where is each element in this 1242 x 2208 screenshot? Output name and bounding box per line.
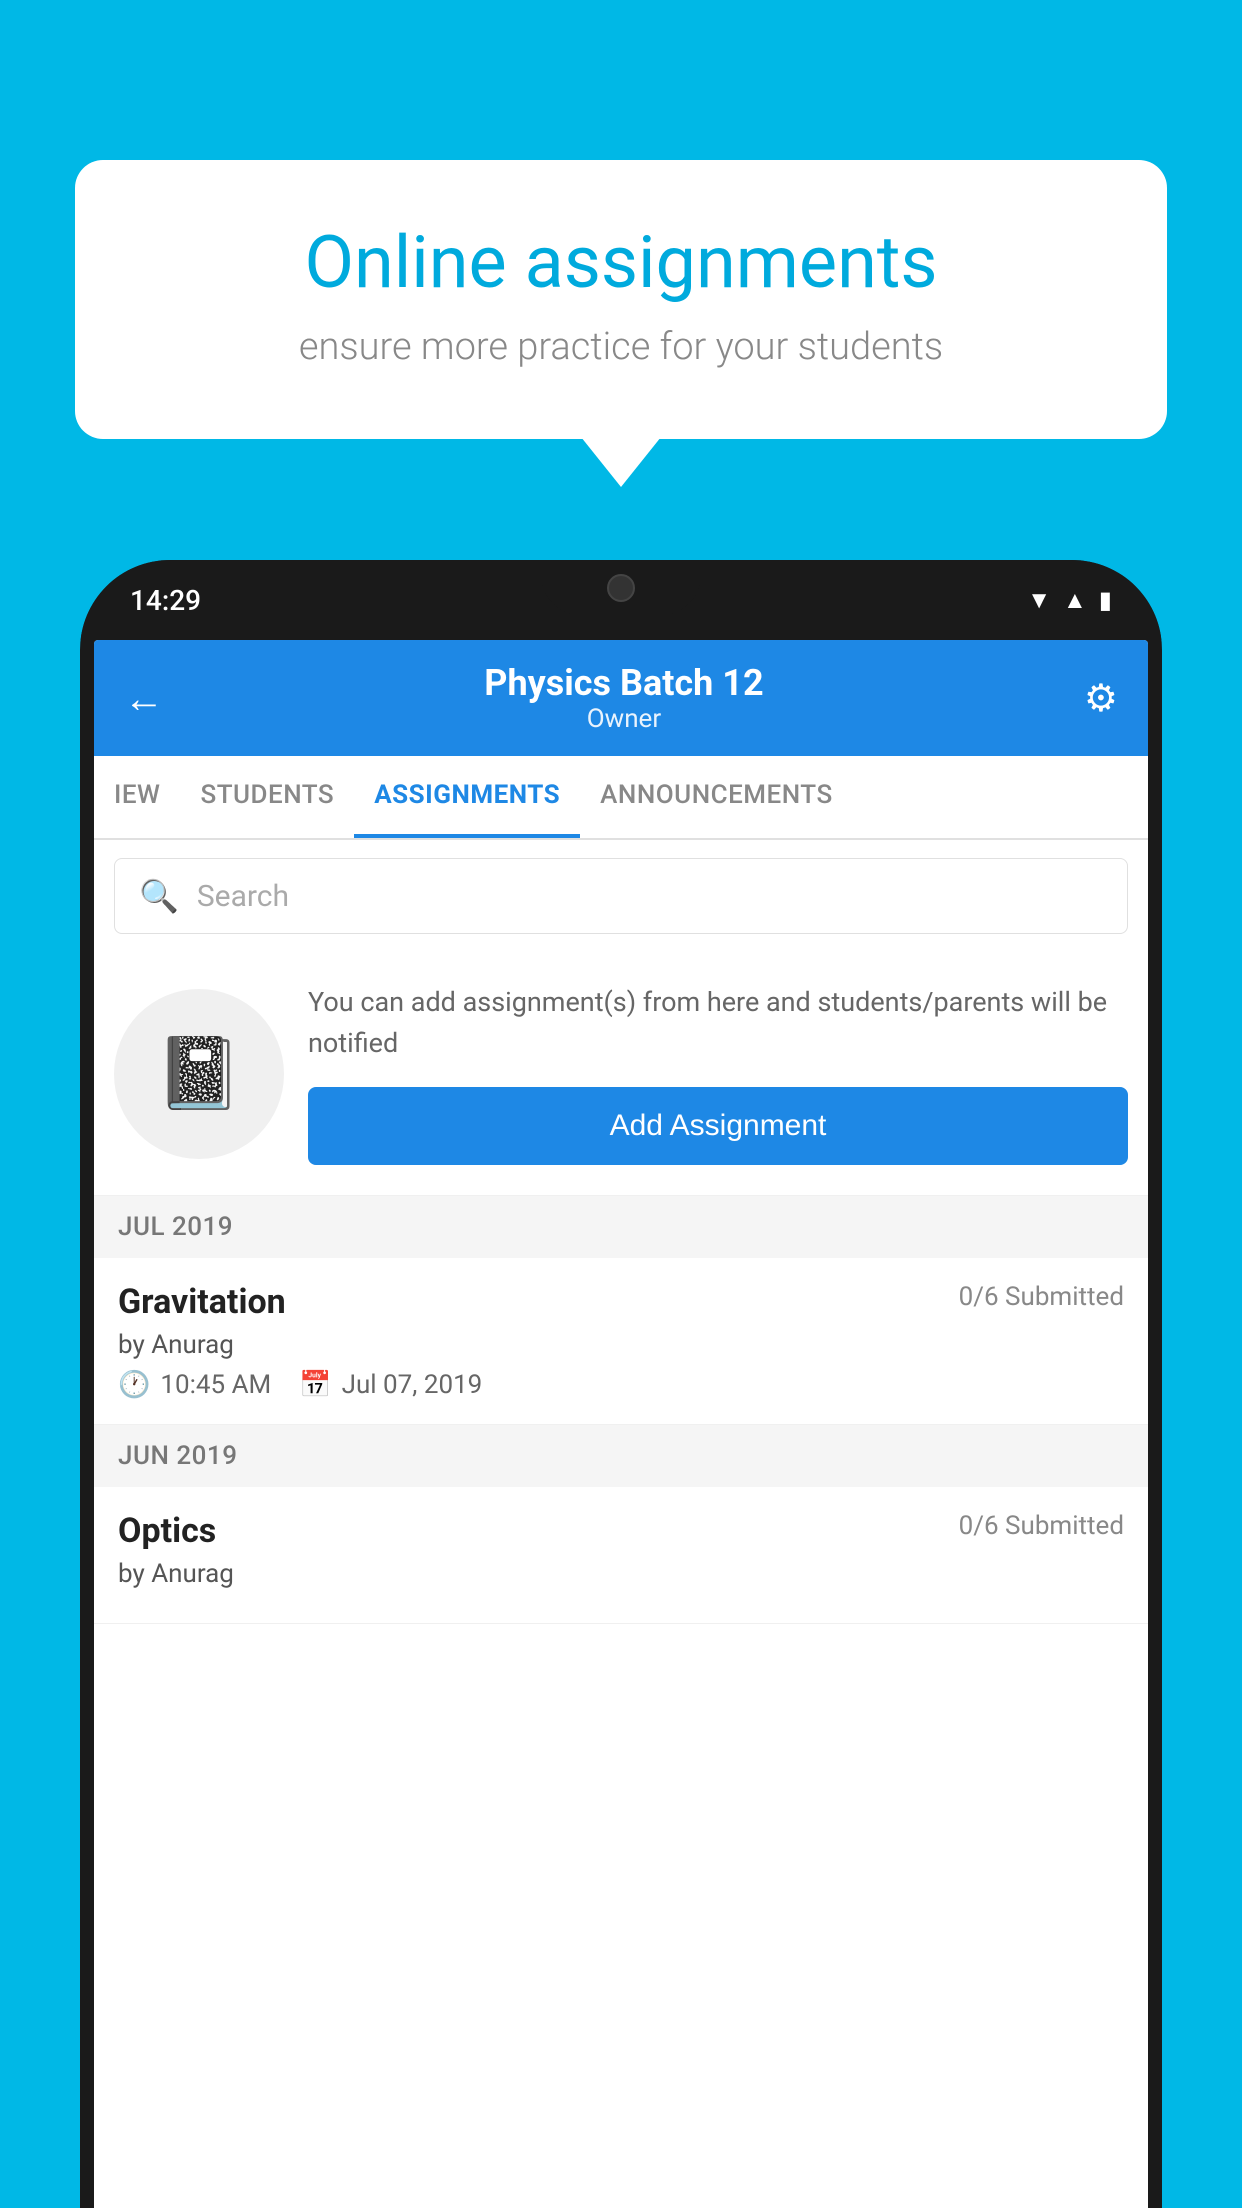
wifi-icon: ▼ — [1027, 586, 1051, 615]
assignment-notebook-icon: 📓 — [155, 1033, 242, 1115]
assignment-date-value: Jul 07, 2019 — [342, 1370, 483, 1400]
assignment-time: 🕐 10:45 AM — [118, 1370, 271, 1400]
clock-icon: 🕐 — [118, 1370, 150, 1400]
app-header: ← Physics Batch 12 Owner ⚙ — [94, 640, 1148, 756]
assignment-by: by Anurag — [118, 1330, 1124, 1360]
assignment-icon-circle: 📓 — [114, 989, 284, 1159]
battery-icon: ▮ — [1099, 586, 1112, 614]
status-bar: 14:29 ▼ ▲ ▮ — [80, 560, 1162, 640]
calendar-icon: 📅 — [299, 1370, 331, 1400]
month-header-jun: JUN 2019 — [94, 1425, 1148, 1487]
tab-announcements[interactable]: ANNOUNCEMENTS — [580, 756, 853, 838]
add-assignment-button[interactable]: Add Assignment — [308, 1087, 1128, 1165]
add-assignment-description: You can add assignment(s) from here and … — [308, 982, 1128, 1063]
speech-bubble: Online assignments ensure more practice … — [75, 160, 1167, 439]
header-title: Physics Batch 12 — [164, 662, 1084, 704]
back-button[interactable]: ← — [124, 675, 164, 722]
search-icon: 🔍 — [139, 877, 179, 915]
phone-notch — [541, 560, 701, 615]
month-header-jul: JUL 2019 — [94, 1196, 1148, 1258]
assignment-item-gravitation[interactable]: Gravitation 0/6 Submitted by Anurag 🕐 10… — [94, 1258, 1148, 1425]
tabs-container: IEW STUDENTS ASSIGNMENTS ANNOUNCEMENTS — [94, 756, 1148, 840]
status-time: 14:29 — [130, 584, 201, 617]
header-subtitle: Owner — [164, 704, 1084, 734]
tab-assignments[interactable]: ASSIGNMENTS — [354, 756, 580, 838]
assignment-meta: 🕐 10:45 AM 📅 Jul 07, 2019 — [118, 1370, 1124, 1400]
search-bar[interactable]: 🔍 Search — [114, 858, 1128, 934]
settings-icon[interactable]: ⚙ — [1084, 676, 1118, 721]
header-title-area: Physics Batch 12 Owner — [164, 662, 1084, 734]
phone-screen: ← Physics Batch 12 Owner ⚙ IEW STUDENTS … — [94, 640, 1148, 2208]
search-placeholder: Search — [197, 879, 289, 914]
optics-by: by Anurag — [118, 1559, 1124, 1589]
speech-bubble-title: Online assignments — [145, 220, 1097, 305]
tab-iew[interactable]: IEW — [94, 756, 180, 838]
assignment-time-value: 10:45 AM — [160, 1370, 271, 1400]
assignment-date: 📅 Jul 07, 2019 — [299, 1370, 482, 1400]
status-icons: ▼ ▲ ▮ — [1027, 586, 1112, 615]
speech-bubble-subtitle: ensure more practice for your students — [145, 325, 1097, 369]
assignment-name: Gravitation — [118, 1282, 286, 1322]
add-assignment-section: 📓 You can add assignment(s) from here an… — [94, 952, 1148, 1196]
tab-students[interactable]: STUDENTS — [180, 756, 354, 838]
search-container: 🔍 Search — [94, 840, 1148, 952]
speech-bubble-container: Online assignments ensure more practice … — [75, 160, 1167, 439]
phone-camera — [607, 574, 635, 602]
assignment-submitted: 0/6 Submitted — [959, 1282, 1124, 1312]
optics-submitted: 0/6 Submitted — [959, 1511, 1124, 1541]
signal-icon: ▲ — [1063, 586, 1087, 615]
optics-name: Optics — [118, 1511, 216, 1551]
assignment-header-row: Gravitation 0/6 Submitted — [118, 1282, 1124, 1322]
assignment-item-optics[interactable]: Optics 0/6 Submitted by Anurag — [94, 1487, 1148, 1624]
optics-header-row: Optics 0/6 Submitted — [118, 1511, 1124, 1551]
phone-frame: 14:29 ▼ ▲ ▮ ← Physics Batch 12 Owner ⚙ I… — [80, 560, 1162, 2208]
add-assignment-right: You can add assignment(s) from here and … — [308, 982, 1128, 1165]
